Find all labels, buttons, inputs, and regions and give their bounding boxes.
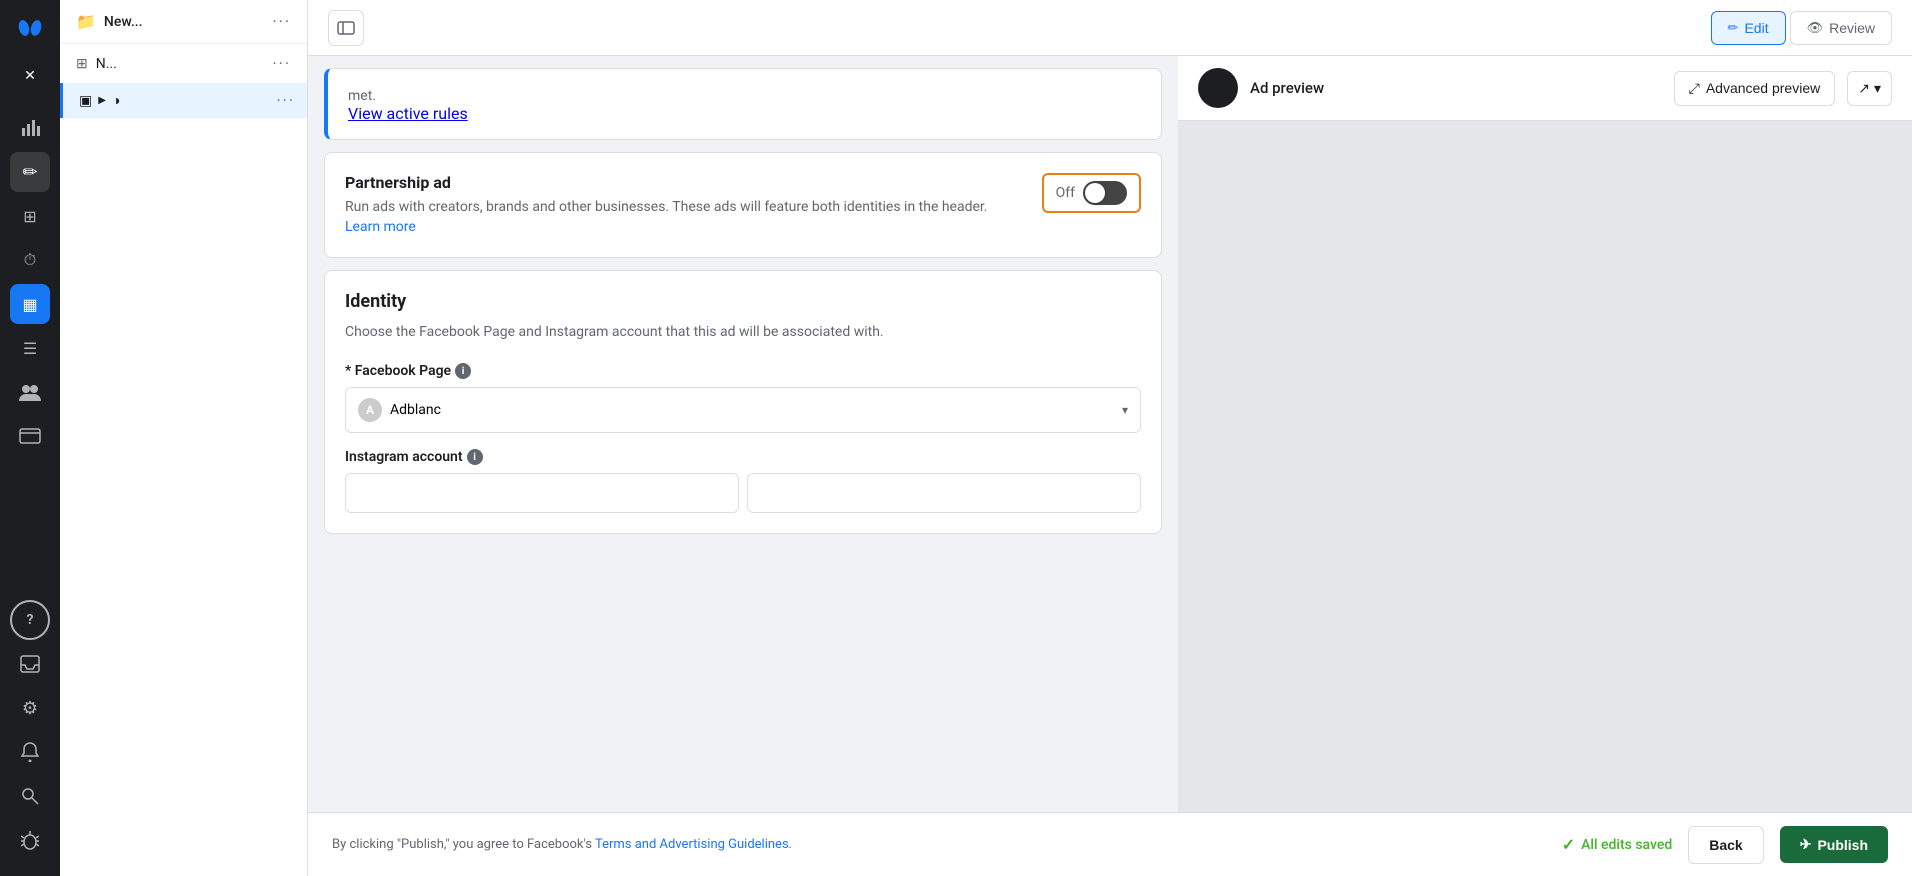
sidebar-dark: ✕ ✏ ⊞ ⏱ ▦ ☰ ? ⚙ xyxy=(0,0,60,876)
facebook-page-dropdown[interactable]: A Adblanc ▾ xyxy=(345,387,1141,433)
publish-button[interactable]: ✈ Publish xyxy=(1780,826,1888,863)
terms-link[interactable]: Terms and Advertising Guidelines. xyxy=(595,837,792,852)
audiences-icon[interactable] xyxy=(10,372,50,412)
ad-preview-dot xyxy=(1198,68,1238,108)
publish-icon: ✈ xyxy=(1800,836,1812,853)
facebook-page-value: Adblanc xyxy=(390,402,441,418)
terms-text-before: By clicking "Publish," you agree to Face… xyxy=(332,837,595,852)
partnership-toggle-container: Off xyxy=(1042,173,1141,213)
instagram-account-info-icon[interactable]: i xyxy=(467,449,483,465)
review-tab[interactable]: 👁 Review xyxy=(1790,11,1892,45)
nav-sub-item-dots[interactable]: ··· xyxy=(272,54,291,73)
edit-icon[interactable]: ✏ xyxy=(10,152,50,192)
advanced-preview-icon: ⤢ xyxy=(1689,80,1700,97)
save-status-label: All edits saved xyxy=(1581,837,1672,853)
reports-icon[interactable]: ☰ xyxy=(10,328,50,368)
close-button[interactable]: ✕ xyxy=(10,56,50,96)
top-bar: ✏ Edit 👁 Review xyxy=(308,0,1912,56)
preview-header: Ad preview ⤢ Advanced preview ↗ ▾ xyxy=(1178,56,1912,121)
instagram-account-label: Instagram account i xyxy=(345,449,1141,465)
nav-header-dots[interactable]: ··· xyxy=(272,12,291,31)
review-eye-icon: 👁 xyxy=(1807,20,1824,36)
analytics-icon[interactable] xyxy=(10,108,50,148)
active-item-icon2: ▶ xyxy=(98,95,106,106)
facebook-page-label-text: * Facebook Page xyxy=(345,363,451,379)
instagram-account-label-text: Instagram account xyxy=(345,449,463,465)
identity-description: Choose the Facebook Page and Instagram a… xyxy=(345,322,1141,343)
content-split: met. View active rules Partnership ad Ru… xyxy=(308,56,1912,812)
edit-review-tabs: ✏ Edit 👁 Review xyxy=(1711,11,1892,45)
view-active-rules-link[interactable]: View active rules xyxy=(348,104,468,123)
instagram-dropdown-1[interactable] xyxy=(345,473,739,513)
edit-tab[interactable]: ✏ Edit xyxy=(1711,11,1786,45)
active-item-icon3: ◑ xyxy=(112,92,120,109)
debug-icon[interactable] xyxy=(10,820,50,860)
partnership-text: Partnership ad Run ads with creators, br… xyxy=(345,173,1022,237)
rules-section: met. View active rules xyxy=(324,68,1162,140)
nav-sub-item-label: N... xyxy=(96,56,117,72)
search-icon[interactable] xyxy=(10,776,50,816)
facebook-page-label: * Facebook Page i xyxy=(345,363,1141,379)
review-tab-label: Review xyxy=(1829,20,1875,36)
toggle-sidebar-button[interactable] xyxy=(328,10,364,46)
toggle-track[interactable] xyxy=(1083,181,1127,205)
preview-panel: Ad preview ⤢ Advanced preview ↗ ▾ xyxy=(1178,56,1912,812)
partnership-toggle[interactable] xyxy=(1083,181,1127,205)
instagram-dropdowns xyxy=(345,473,1141,513)
partnership-description: Run ads with creators, brands and other … xyxy=(345,198,1022,237)
share-button[interactable]: ↗ ▾ xyxy=(1847,71,1892,106)
edit-tab-label: Edit xyxy=(1744,20,1768,36)
instagram-dropdown-2[interactable] xyxy=(747,473,1141,513)
panel-nav: 📁 New... ··· ⊞ N... ··· ▣ ▶ ◑ ··· xyxy=(60,0,308,876)
clock-icon[interactable]: ⏱ xyxy=(10,240,50,280)
identity-title: Identity xyxy=(345,291,1141,312)
bottom-terms: By clicking "Publish," you agree to Face… xyxy=(332,837,1546,852)
settings-icon[interactable]: ⚙ xyxy=(10,688,50,728)
nav-header-label: New... xyxy=(104,14,143,30)
rules-text: met. xyxy=(348,88,376,104)
inbox-icon[interactable] xyxy=(10,644,50,684)
page-avatar: A xyxy=(358,398,382,422)
dashboard-icon[interactable]: ⊞ xyxy=(10,196,50,236)
toggle-off-label: Off xyxy=(1056,185,1075,201)
share-dropdown-icon: ▾ xyxy=(1874,80,1881,97)
save-checkmark-icon: ✓ xyxy=(1562,835,1575,854)
back-button[interactable]: Back xyxy=(1688,826,1763,864)
bottom-bar: By clicking "Publish," you agree to Face… xyxy=(308,812,1912,876)
billing-icon[interactable] xyxy=(10,416,50,456)
publish-label: Publish xyxy=(1817,837,1868,853)
share-icon: ↗ xyxy=(1858,80,1870,97)
campaigns-icon[interactable]: ▦ xyxy=(10,284,50,324)
ad-preview-title: Ad preview xyxy=(1250,79,1324,97)
notifications-icon[interactable] xyxy=(10,732,50,772)
meta-logo[interactable] xyxy=(12,8,48,44)
preview-body xyxy=(1178,121,1912,812)
active-item-icon1: ▣ xyxy=(79,93,92,109)
edit-pencil-icon: ✏ xyxy=(1728,20,1739,36)
learn-more-link[interactable]: Learn more xyxy=(345,219,416,235)
toggle-thumb xyxy=(1085,183,1105,203)
dropdown-chevron-icon: ▾ xyxy=(1122,403,1128,417)
partnership-section: Partnership ad Run ads with creators, br… xyxy=(324,152,1162,258)
identity-section: Identity Choose the Facebook Page and In… xyxy=(324,270,1162,534)
advanced-preview-button[interactable]: ⤢ Advanced preview xyxy=(1674,71,1836,106)
dropdown-left-content: A Adblanc xyxy=(358,398,441,422)
main-content: ✏ Edit 👁 Review met. View active rules xyxy=(308,0,1912,876)
nav-item-new[interactable]: ⊞ N... ··· xyxy=(60,44,307,83)
partnership-desc-text: Run ads with creators, brands and other … xyxy=(345,199,988,215)
active-item-dots[interactable]: ··· xyxy=(276,91,295,110)
nav-active-item[interactable]: ▣ ▶ ◑ ··· xyxy=(60,83,307,118)
save-status: ✓ All edits saved xyxy=(1562,835,1673,854)
partnership-content: Partnership ad Run ads with creators, br… xyxy=(345,173,1141,237)
facebook-page-info-icon[interactable]: i xyxy=(455,363,471,379)
help-icon[interactable]: ? xyxy=(10,600,50,640)
partnership-title: Partnership ad xyxy=(345,173,1022,192)
advanced-preview-label: Advanced preview xyxy=(1706,80,1820,96)
edit-panel: met. View active rules Partnership ad Ru… xyxy=(308,56,1178,812)
panel-nav-header: 📁 New... ··· xyxy=(60,0,307,44)
